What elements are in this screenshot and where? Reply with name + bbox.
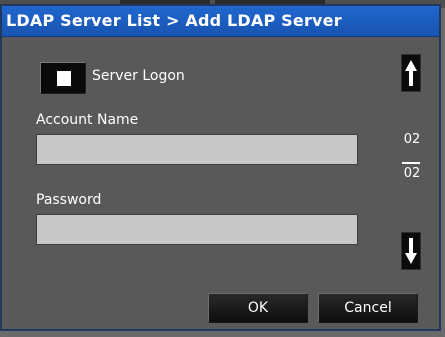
account-name-field[interactable] [36,134,358,165]
page-total: 02 [403,166,421,181]
password-label: Password [36,192,102,208]
cancel-button[interactable]: Cancel [318,293,418,323]
scroll-down-button[interactable] [401,232,421,270]
arrow-up-icon [405,60,417,86]
arrow-down-icon [405,238,417,264]
ok-button[interactable]: OK [208,293,308,323]
password-field[interactable] [36,214,358,245]
dialog-title: LDAP Server List > Add LDAP Server [6,11,342,30]
title-bar: LDAP Server List > Add LDAP Server [2,6,439,37]
server-logon-checkbox[interactable] [40,62,86,94]
page-divider [402,162,420,164]
add-ldap-server-dialog: LDAP Server List > Add LDAP Server Serve… [0,4,441,331]
page-current: 02 [403,132,421,147]
server-logon-label: Server Logon [92,68,185,84]
scroll-up-button[interactable] [401,54,421,92]
account-name-label: Account Name [36,112,139,128]
checkbox-indicator [57,71,71,86]
